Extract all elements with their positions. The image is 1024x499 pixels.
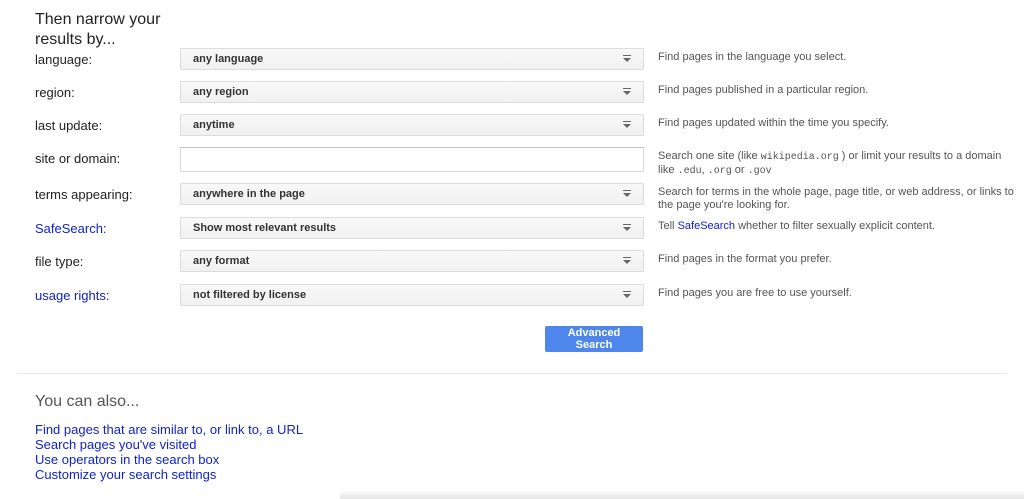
filter-row-last-update: last update: anytime Find pages updated wi… bbox=[0, 114, 1024, 140]
terms-appearing-hint: Search for terms in the whole page, page… bbox=[658, 186, 1016, 212]
safesearch-select-value: Show most relevant results bbox=[193, 222, 336, 234]
also-link-2[interactable]: Use operators in the search box bbox=[35, 452, 303, 467]
last-update-select[interactable]: anytime bbox=[180, 114, 644, 136]
language-hint: Find pages in the language you select. bbox=[658, 51, 1016, 64]
site-or-domain-input[interactable] bbox=[180, 147, 644, 172]
usage-rights-hint-text: Find pages you are free to use yourself. bbox=[658, 287, 852, 299]
filter-row-file-type: file type: any format Find pages in the fo… bbox=[0, 250, 1024, 276]
dropdown-arrow-icon bbox=[623, 58, 631, 62]
terms-appearing-hint-text: Search for terms in the whole page, page… bbox=[658, 186, 1014, 211]
filter-row-terms-appearing: terms appearing: anywhere in the page Sear… bbox=[0, 183, 1024, 209]
site-or-domain-hint-text: .org bbox=[708, 166, 732, 177]
safesearch-hint-text: whether to filter sexually explicit cont… bbox=[735, 220, 935, 232]
file-type-select-value: any format bbox=[193, 255, 249, 267]
site-or-domain-hint-text: .edu bbox=[678, 166, 702, 177]
region-select[interactable]: any region bbox=[180, 81, 644, 103]
safesearch-hint-text: Tell bbox=[658, 220, 678, 232]
terms-appearing-label: terms appearing: bbox=[35, 187, 133, 202]
also-link-0[interactable]: Find pages that are similar to, or link … bbox=[35, 422, 303, 437]
page-title: Then narrow your results by... bbox=[35, 10, 195, 50]
terms-appearing-select[interactable]: anywhere in the page bbox=[180, 183, 644, 205]
language-hint-text: Find pages in the language you select. bbox=[658, 51, 846, 63]
language-label: language: bbox=[35, 52, 92, 67]
last-update-hint: Find pages updated within the time you s… bbox=[658, 117, 1016, 130]
also-links: Find pages that are similar to, or link … bbox=[35, 422, 303, 482]
site-or-domain-hint-text: Search one site (like bbox=[658, 150, 761, 162]
region-hint-text: Find pages published in a particular reg… bbox=[658, 84, 868, 96]
usage-rights-select-value: not filtered by license bbox=[193, 289, 306, 301]
filter-row-language: language: any language Find pages in the l… bbox=[0, 48, 1024, 74]
last-update-hint-text: Find pages updated within the time you s… bbox=[658, 117, 889, 129]
site-or-domain-hint: Search one site (like wikipedia.org ) or… bbox=[658, 150, 1016, 178]
last-update-label: last update: bbox=[35, 118, 102, 133]
filter-row-region: region: any region Find pages published in… bbox=[0, 81, 1024, 107]
language-select[interactable]: any language bbox=[180, 48, 644, 70]
section-divider bbox=[18, 373, 1006, 374]
site-or-domain-hint-text: wikipedia.org bbox=[761, 152, 839, 163]
usage-rights-label-link[interactable]: usage rights: bbox=[35, 288, 109, 303]
filter-row-site-or-domain: site or domain: Search one site (like wik… bbox=[0, 147, 1024, 173]
dropdown-arrow-icon bbox=[623, 260, 631, 264]
dropdown-arrow-icon bbox=[623, 227, 631, 231]
also-link-1[interactable]: Search pages you've visited bbox=[35, 437, 303, 452]
file-type-select[interactable]: any format bbox=[180, 250, 644, 272]
language-select-value: any language bbox=[193, 53, 263, 65]
also-link-3[interactable]: Customize your search settings bbox=[35, 467, 303, 482]
dropdown-arrow-icon bbox=[623, 124, 631, 128]
dropdown-arrow-icon bbox=[623, 91, 631, 95]
region-hint: Find pages published in a particular reg… bbox=[658, 84, 1016, 97]
also-section-title: You can also... bbox=[35, 393, 139, 411]
region-label: region: bbox=[35, 85, 75, 100]
dropdown-arrow-icon bbox=[623, 294, 631, 298]
terms-appearing-select-value: anywhere in the page bbox=[193, 188, 305, 200]
safesearch-hint-link[interactable]: SafeSearch bbox=[678, 220, 735, 232]
region-select-value: any region bbox=[193, 86, 249, 98]
bottom-shadow bbox=[340, 490, 1024, 499]
file-type-label: file type: bbox=[35, 254, 83, 269]
file-type-hint: Find pages in the format you prefer. bbox=[658, 253, 1016, 266]
safesearch-label-link[interactable]: SafeSearch: bbox=[35, 221, 107, 236]
filter-row-safesearch: SafeSearch: Show most relevant results Tel… bbox=[0, 217, 1024, 243]
safesearch-select[interactable]: Show most relevant results bbox=[180, 217, 644, 239]
safesearch-hint: Tell SafeSearch whether to filter sexual… bbox=[658, 220, 1016, 233]
file-type-hint-text: Find pages in the format you prefer. bbox=[658, 253, 832, 265]
site-or-domain-label: site or domain: bbox=[35, 151, 120, 166]
last-update-select-value: anytime bbox=[193, 119, 235, 131]
advanced-search-page: Then narrow your results by... language:… bbox=[0, 0, 1024, 499]
dropdown-arrow-icon bbox=[623, 193, 631, 197]
usage-rights-select[interactable]: not filtered by license bbox=[180, 284, 644, 306]
site-or-domain-hint-text: .gov bbox=[748, 166, 772, 177]
site-or-domain-hint-text: or bbox=[732, 164, 748, 176]
advanced-search-button[interactable]: Advanced Search bbox=[545, 326, 643, 352]
filter-row-usage-rights: usage rights: not filtered by license Find… bbox=[0, 284, 1024, 310]
usage-rights-hint: Find pages you are free to use yourself. bbox=[658, 287, 1016, 300]
